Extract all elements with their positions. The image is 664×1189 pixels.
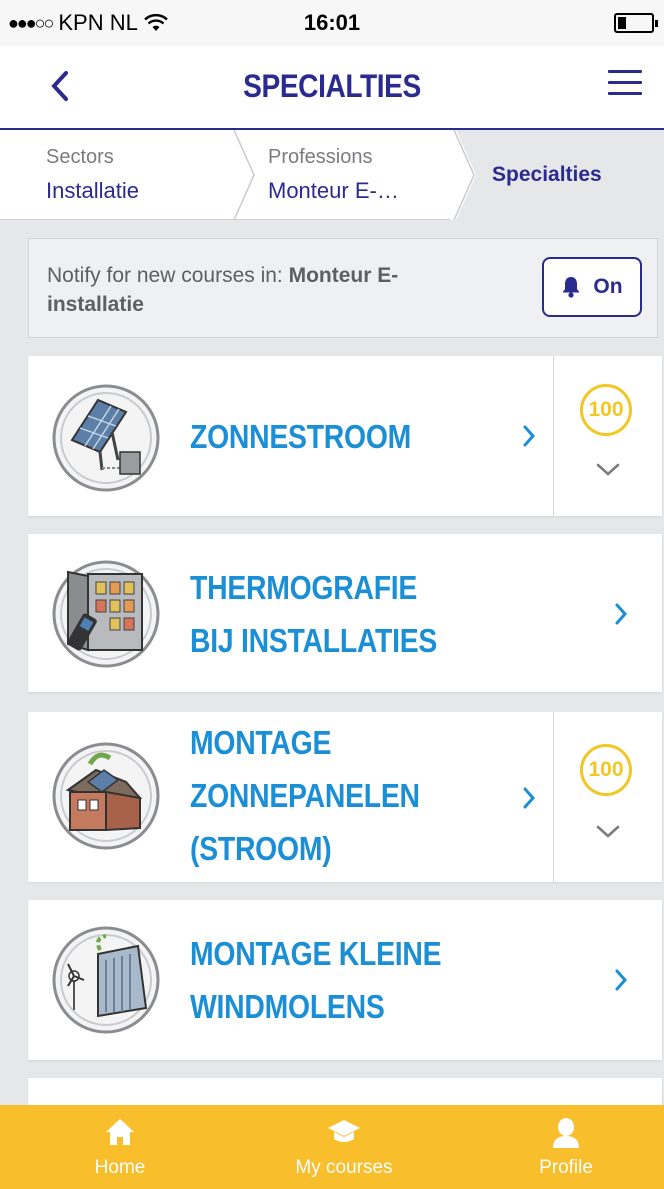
chevron-right-icon (615, 969, 628, 991)
solar-panel-icon (52, 384, 160, 492)
thermography-icon (52, 560, 160, 668)
course-title: MONTAGE ZONNEPANELEN (STROOM) (190, 724, 420, 867)
status-bar: ●●●○○ KPN NL 16:01 (0, 0, 664, 46)
bell-icon (562, 277, 580, 298)
breadcrumb-label: Professions (268, 146, 373, 168)
breadcrumb-current: Specialties (492, 163, 602, 186)
menu-button[interactable] (608, 70, 642, 100)
course-card[interactable]: MONTAGE KLEINE WINDMOLENS (28, 900, 662, 1060)
chevron-down-icon[interactable] (595, 824, 621, 840)
tab-profile[interactable]: Profile (486, 1105, 646, 1189)
hamburger-icon (608, 70, 642, 73)
graduation-cap-icon (328, 1120, 360, 1142)
notify-prefix: Notify for new courses in: (47, 264, 289, 287)
navigation-bar: SPECIALTIES (0, 46, 664, 130)
breadcrumb-separator (233, 130, 255, 220)
breadcrumb-item-professions[interactable]: Professions Monteur E-… (256, 130, 456, 220)
tab-label: Profile (539, 1157, 593, 1178)
notify-toggle-button[interactable]: On (542, 257, 642, 317)
chevron-right-icon (523, 787, 536, 809)
chevron-right-icon (523, 425, 536, 447)
course-card[interactable]: MONTAGE ZONNEPANELEN (STROOM) 100 (28, 712, 662, 882)
course-card[interactable]: ZONNESTROOM 100 (28, 356, 662, 516)
card-divider (553, 356, 554, 516)
score-badge: 100 (580, 384, 632, 436)
tab-my-courses[interactable]: My courses (264, 1105, 424, 1189)
tab-bar: Home My courses Profile (0, 1105, 664, 1189)
tab-home[interactable]: Home (40, 1105, 200, 1189)
home-icon (106, 1119, 134, 1145)
card-divider (553, 712, 554, 882)
chevron-right-icon (615, 603, 628, 625)
clock: 16:01 (303, 10, 361, 35)
breadcrumb-item-sectors[interactable]: Sectors Installatie (0, 130, 235, 220)
battery-icon (614, 13, 658, 33)
breadcrumb-label: Sectors (46, 146, 114, 168)
course-title: THERMOGRAFIE BIJ INSTALLATIES (190, 569, 438, 659)
breadcrumb-item-specialties: Specialties (456, 130, 664, 220)
breadcrumb-value: Installatie (46, 178, 139, 203)
tab-label: Home (94, 1157, 146, 1178)
breadcrumb-value: Monteur E-… (268, 178, 399, 203)
wind-turbine-icon (52, 926, 160, 1034)
notify-toggle-label: On (593, 275, 623, 298)
user-icon (553, 1118, 579, 1148)
chevron-down-icon[interactable] (595, 462, 621, 478)
breadcrumb: Sectors Installatie Professions Monteur … (0, 130, 664, 220)
score-badge: 100 (580, 744, 632, 796)
house-solar-icon (52, 742, 160, 850)
course-card[interactable]: THERMOGRAFIE BIJ INSTALLATIES (28, 534, 662, 692)
notify-text: Notify for new courses in: Monteur E-ins… (47, 261, 447, 319)
page-title: SPECIALTIES (243, 68, 421, 104)
course-title: ZONNESTROOM (190, 418, 412, 455)
breadcrumb-separator (450, 130, 476, 220)
course-title: MONTAGE KLEINE WINDMOLENS (190, 935, 442, 1025)
tab-label: My courses (295, 1157, 393, 1178)
notify-panel: Notify for new courses in: Monteur E-ins… (28, 238, 658, 338)
